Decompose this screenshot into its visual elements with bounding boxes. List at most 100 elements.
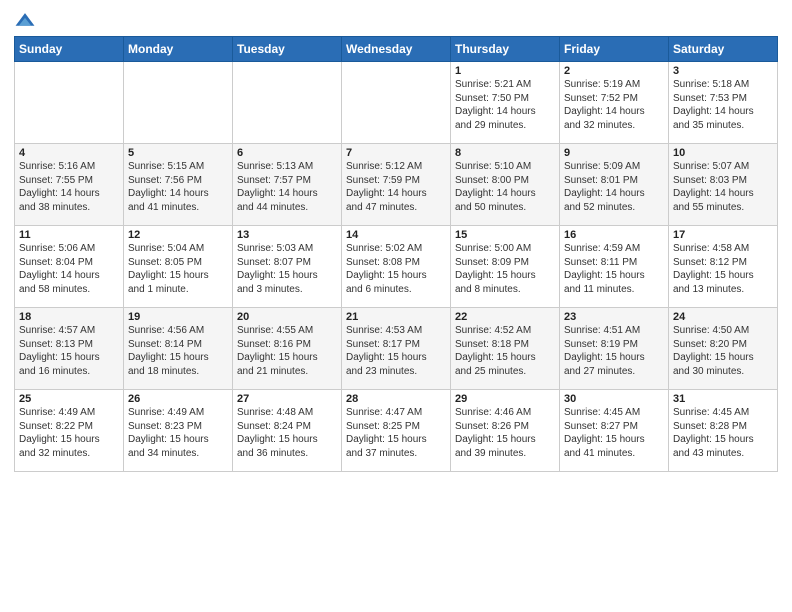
day-info: Sunrise: 4:52 AM Sunset: 8:18 PM Dayligh… bbox=[455, 324, 555, 378]
day-cell: 28Sunrise: 4:47 AM Sunset: 8:25 PM Dayli… bbox=[342, 390, 451, 472]
header bbox=[14, 10, 778, 32]
day-info: Sunrise: 4:53 AM Sunset: 8:17 PM Dayligh… bbox=[346, 324, 446, 378]
header-row: SundayMondayTuesdayWednesdayThursdayFrid… bbox=[15, 37, 778, 62]
day-info: Sunrise: 4:45 AM Sunset: 8:28 PM Dayligh… bbox=[673, 406, 773, 460]
day-cell: 26Sunrise: 4:49 AM Sunset: 8:23 PM Dayli… bbox=[124, 390, 233, 472]
day-number: 15 bbox=[455, 229, 555, 241]
day-number: 30 bbox=[564, 393, 664, 405]
calendar-table: SundayMondayTuesdayWednesdayThursdayFrid… bbox=[14, 36, 778, 472]
day-info: Sunrise: 4:57 AM Sunset: 8:13 PM Dayligh… bbox=[19, 324, 119, 378]
day-info: Sunrise: 4:56 AM Sunset: 8:14 PM Dayligh… bbox=[128, 324, 228, 378]
day-cell: 23Sunrise: 4:51 AM Sunset: 8:19 PM Dayli… bbox=[560, 308, 669, 390]
day-cell: 22Sunrise: 4:52 AM Sunset: 8:18 PM Dayli… bbox=[451, 308, 560, 390]
day-cell: 5Sunrise: 5:15 AM Sunset: 7:56 PM Daylig… bbox=[124, 144, 233, 226]
day-number: 7 bbox=[346, 147, 446, 159]
day-number: 3 bbox=[673, 65, 773, 77]
day-cell: 15Sunrise: 5:00 AM Sunset: 8:09 PM Dayli… bbox=[451, 226, 560, 308]
day-number: 10 bbox=[673, 147, 773, 159]
day-cell: 24Sunrise: 4:50 AM Sunset: 8:20 PM Dayli… bbox=[669, 308, 778, 390]
day-number: 2 bbox=[564, 65, 664, 77]
day-info: Sunrise: 4:49 AM Sunset: 8:22 PM Dayligh… bbox=[19, 406, 119, 460]
day-cell: 9Sunrise: 5:09 AM Sunset: 8:01 PM Daylig… bbox=[560, 144, 669, 226]
week-row-4: 18Sunrise: 4:57 AM Sunset: 8:13 PM Dayli… bbox=[15, 308, 778, 390]
day-info: Sunrise: 4:48 AM Sunset: 8:24 PM Dayligh… bbox=[237, 406, 337, 460]
day-info: Sunrise: 5:00 AM Sunset: 8:09 PM Dayligh… bbox=[455, 242, 555, 296]
day-header-wednesday: Wednesday bbox=[342, 37, 451, 62]
day-cell: 4Sunrise: 5:16 AM Sunset: 7:55 PM Daylig… bbox=[15, 144, 124, 226]
day-cell: 31Sunrise: 4:45 AM Sunset: 8:28 PM Dayli… bbox=[669, 390, 778, 472]
day-number: 16 bbox=[564, 229, 664, 241]
day-cell: 21Sunrise: 4:53 AM Sunset: 8:17 PM Dayli… bbox=[342, 308, 451, 390]
day-info: Sunrise: 4:47 AM Sunset: 8:25 PM Dayligh… bbox=[346, 406, 446, 460]
day-number: 25 bbox=[19, 393, 119, 405]
day-number: 26 bbox=[128, 393, 228, 405]
day-number: 19 bbox=[128, 311, 228, 323]
day-info: Sunrise: 4:46 AM Sunset: 8:26 PM Dayligh… bbox=[455, 406, 555, 460]
day-cell: 3Sunrise: 5:18 AM Sunset: 7:53 PM Daylig… bbox=[669, 62, 778, 144]
day-cell: 12Sunrise: 5:04 AM Sunset: 8:05 PM Dayli… bbox=[124, 226, 233, 308]
day-info: Sunrise: 4:45 AM Sunset: 8:27 PM Dayligh… bbox=[564, 406, 664, 460]
day-number: 23 bbox=[564, 311, 664, 323]
day-cell: 18Sunrise: 4:57 AM Sunset: 8:13 PM Dayli… bbox=[15, 308, 124, 390]
day-header-thursday: Thursday bbox=[451, 37, 560, 62]
day-info: Sunrise: 4:49 AM Sunset: 8:23 PM Dayligh… bbox=[128, 406, 228, 460]
day-cell bbox=[124, 62, 233, 144]
day-cell: 11Sunrise: 5:06 AM Sunset: 8:04 PM Dayli… bbox=[15, 226, 124, 308]
day-cell bbox=[233, 62, 342, 144]
day-info: Sunrise: 5:12 AM Sunset: 7:59 PM Dayligh… bbox=[346, 160, 446, 214]
day-info: Sunrise: 4:51 AM Sunset: 8:19 PM Dayligh… bbox=[564, 324, 664, 378]
day-number: 14 bbox=[346, 229, 446, 241]
day-cell: 20Sunrise: 4:55 AM Sunset: 8:16 PM Dayli… bbox=[233, 308, 342, 390]
page: SundayMondayTuesdayWednesdayThursdayFrid… bbox=[0, 0, 792, 612]
day-number: 20 bbox=[237, 311, 337, 323]
day-info: Sunrise: 5:18 AM Sunset: 7:53 PM Dayligh… bbox=[673, 78, 773, 132]
day-cell bbox=[342, 62, 451, 144]
day-number: 24 bbox=[673, 311, 773, 323]
day-number: 5 bbox=[128, 147, 228, 159]
day-number: 4 bbox=[19, 147, 119, 159]
day-info: Sunrise: 5:16 AM Sunset: 7:55 PM Dayligh… bbox=[19, 160, 119, 214]
day-cell: 13Sunrise: 5:03 AM Sunset: 8:07 PM Dayli… bbox=[233, 226, 342, 308]
day-cell: 16Sunrise: 4:59 AM Sunset: 8:11 PM Dayli… bbox=[560, 226, 669, 308]
day-info: Sunrise: 5:10 AM Sunset: 8:00 PM Dayligh… bbox=[455, 160, 555, 214]
week-row-3: 11Sunrise: 5:06 AM Sunset: 8:04 PM Dayli… bbox=[15, 226, 778, 308]
day-info: Sunrise: 4:58 AM Sunset: 8:12 PM Dayligh… bbox=[673, 242, 773, 296]
day-cell: 30Sunrise: 4:45 AM Sunset: 8:27 PM Dayli… bbox=[560, 390, 669, 472]
day-cell: 8Sunrise: 5:10 AM Sunset: 8:00 PM Daylig… bbox=[451, 144, 560, 226]
day-header-monday: Monday bbox=[124, 37, 233, 62]
day-number: 27 bbox=[237, 393, 337, 405]
day-info: Sunrise: 5:03 AM Sunset: 8:07 PM Dayligh… bbox=[237, 242, 337, 296]
day-header-saturday: Saturday bbox=[669, 37, 778, 62]
day-cell: 2Sunrise: 5:19 AM Sunset: 7:52 PM Daylig… bbox=[560, 62, 669, 144]
day-cell: 25Sunrise: 4:49 AM Sunset: 8:22 PM Dayli… bbox=[15, 390, 124, 472]
logo-icon bbox=[14, 10, 36, 32]
day-number: 28 bbox=[346, 393, 446, 405]
day-info: Sunrise: 4:59 AM Sunset: 8:11 PM Dayligh… bbox=[564, 242, 664, 296]
day-header-friday: Friday bbox=[560, 37, 669, 62]
day-info: Sunrise: 5:06 AM Sunset: 8:04 PM Dayligh… bbox=[19, 242, 119, 296]
day-info: Sunrise: 5:04 AM Sunset: 8:05 PM Dayligh… bbox=[128, 242, 228, 296]
day-header-sunday: Sunday bbox=[15, 37, 124, 62]
day-header-tuesday: Tuesday bbox=[233, 37, 342, 62]
day-cell: 27Sunrise: 4:48 AM Sunset: 8:24 PM Dayli… bbox=[233, 390, 342, 472]
day-info: Sunrise: 5:02 AM Sunset: 8:08 PM Dayligh… bbox=[346, 242, 446, 296]
day-info: Sunrise: 5:19 AM Sunset: 7:52 PM Dayligh… bbox=[564, 78, 664, 132]
week-row-1: 1Sunrise: 5:21 AM Sunset: 7:50 PM Daylig… bbox=[15, 62, 778, 144]
day-cell: 19Sunrise: 4:56 AM Sunset: 8:14 PM Dayli… bbox=[124, 308, 233, 390]
day-cell: 1Sunrise: 5:21 AM Sunset: 7:50 PM Daylig… bbox=[451, 62, 560, 144]
day-number: 17 bbox=[673, 229, 773, 241]
day-number: 6 bbox=[237, 147, 337, 159]
day-number: 9 bbox=[564, 147, 664, 159]
day-cell bbox=[15, 62, 124, 144]
day-number: 31 bbox=[673, 393, 773, 405]
day-cell: 7Sunrise: 5:12 AM Sunset: 7:59 PM Daylig… bbox=[342, 144, 451, 226]
week-row-5: 25Sunrise: 4:49 AM Sunset: 8:22 PM Dayli… bbox=[15, 390, 778, 472]
day-number: 18 bbox=[19, 311, 119, 323]
day-number: 11 bbox=[19, 229, 119, 241]
day-info: Sunrise: 5:21 AM Sunset: 7:50 PM Dayligh… bbox=[455, 78, 555, 132]
day-number: 21 bbox=[346, 311, 446, 323]
day-cell: 17Sunrise: 4:58 AM Sunset: 8:12 PM Dayli… bbox=[669, 226, 778, 308]
week-row-2: 4Sunrise: 5:16 AM Sunset: 7:55 PM Daylig… bbox=[15, 144, 778, 226]
day-info: Sunrise: 4:50 AM Sunset: 8:20 PM Dayligh… bbox=[673, 324, 773, 378]
day-info: Sunrise: 5:13 AM Sunset: 7:57 PM Dayligh… bbox=[237, 160, 337, 214]
